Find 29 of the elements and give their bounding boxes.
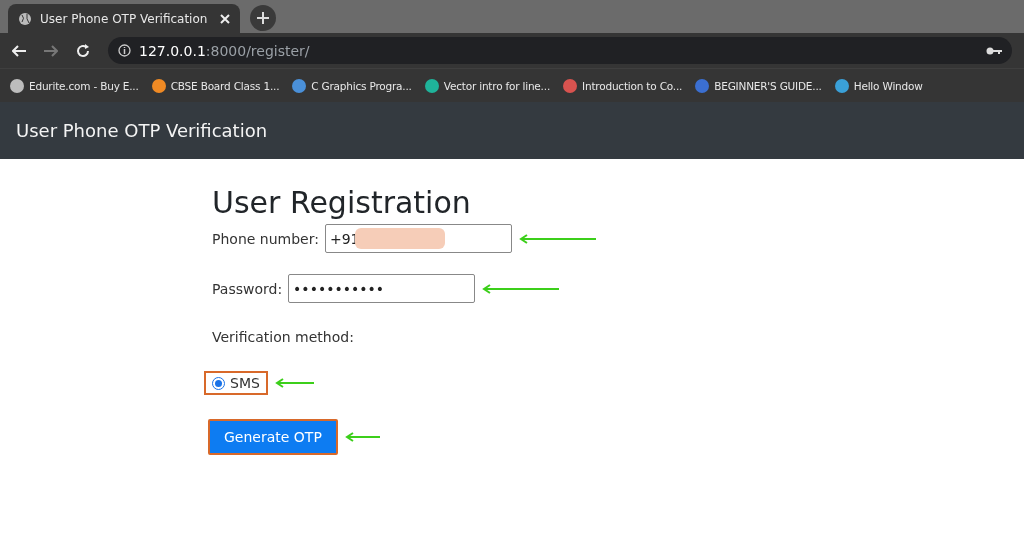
plus-icon [257, 12, 269, 24]
address-bar[interactable]: 127.0.0.1:8000/register/ [108, 37, 1012, 64]
bookmark[interactable]: Hello Window [834, 78, 923, 93]
close-icon[interactable] [220, 13, 230, 24]
annotation-arrow [343, 432, 380, 442]
navbar-brand[interactable]: User Phone OTP Verification [16, 120, 268, 141]
reload-icon[interactable] [76, 43, 90, 58]
page-heading: User Registration [212, 185, 472, 220]
bookmark[interactable]: Vector intro for line... [424, 78, 551, 93]
field-label: Verification method: [212, 329, 354, 345]
password-field[interactable]: ••••••••••• [288, 274, 476, 303]
key-icon[interactable] [986, 45, 1002, 56]
browser-tab[interactable]: User Phone OTP Verification [8, 4, 240, 33]
generate-otp-button[interactable]: Generate OTP [208, 419, 338, 455]
tab-title: User Phone OTP Verification [40, 11, 209, 26]
field-label: Phone number: [212, 230, 319, 247]
field-label: Password: [212, 280, 283, 297]
bookmark[interactable]: C Graphics Progra... [292, 78, 412, 93]
bookmark[interactable]: CBSE Board Class 1... [151, 78, 280, 93]
info-icon [118, 44, 131, 57]
radio-option[interactable]: SMS [212, 375, 260, 391]
bookmark[interactable]: BEGINNER'S GUIDE... [695, 78, 822, 93]
url-text: 127.0.0.1:8000/register/ [139, 42, 310, 59]
bookmark[interactable]: Edurite.com - Buy E... [10, 78, 139, 93]
annotation-arrow [273, 378, 314, 388]
bookmark[interactable]: Introduction to Co... [563, 78, 683, 93]
new-tab-button[interactable] [250, 5, 276, 31]
forward-icon[interactable] [44, 44, 58, 57]
back-icon[interactable] [12, 44, 26, 57]
